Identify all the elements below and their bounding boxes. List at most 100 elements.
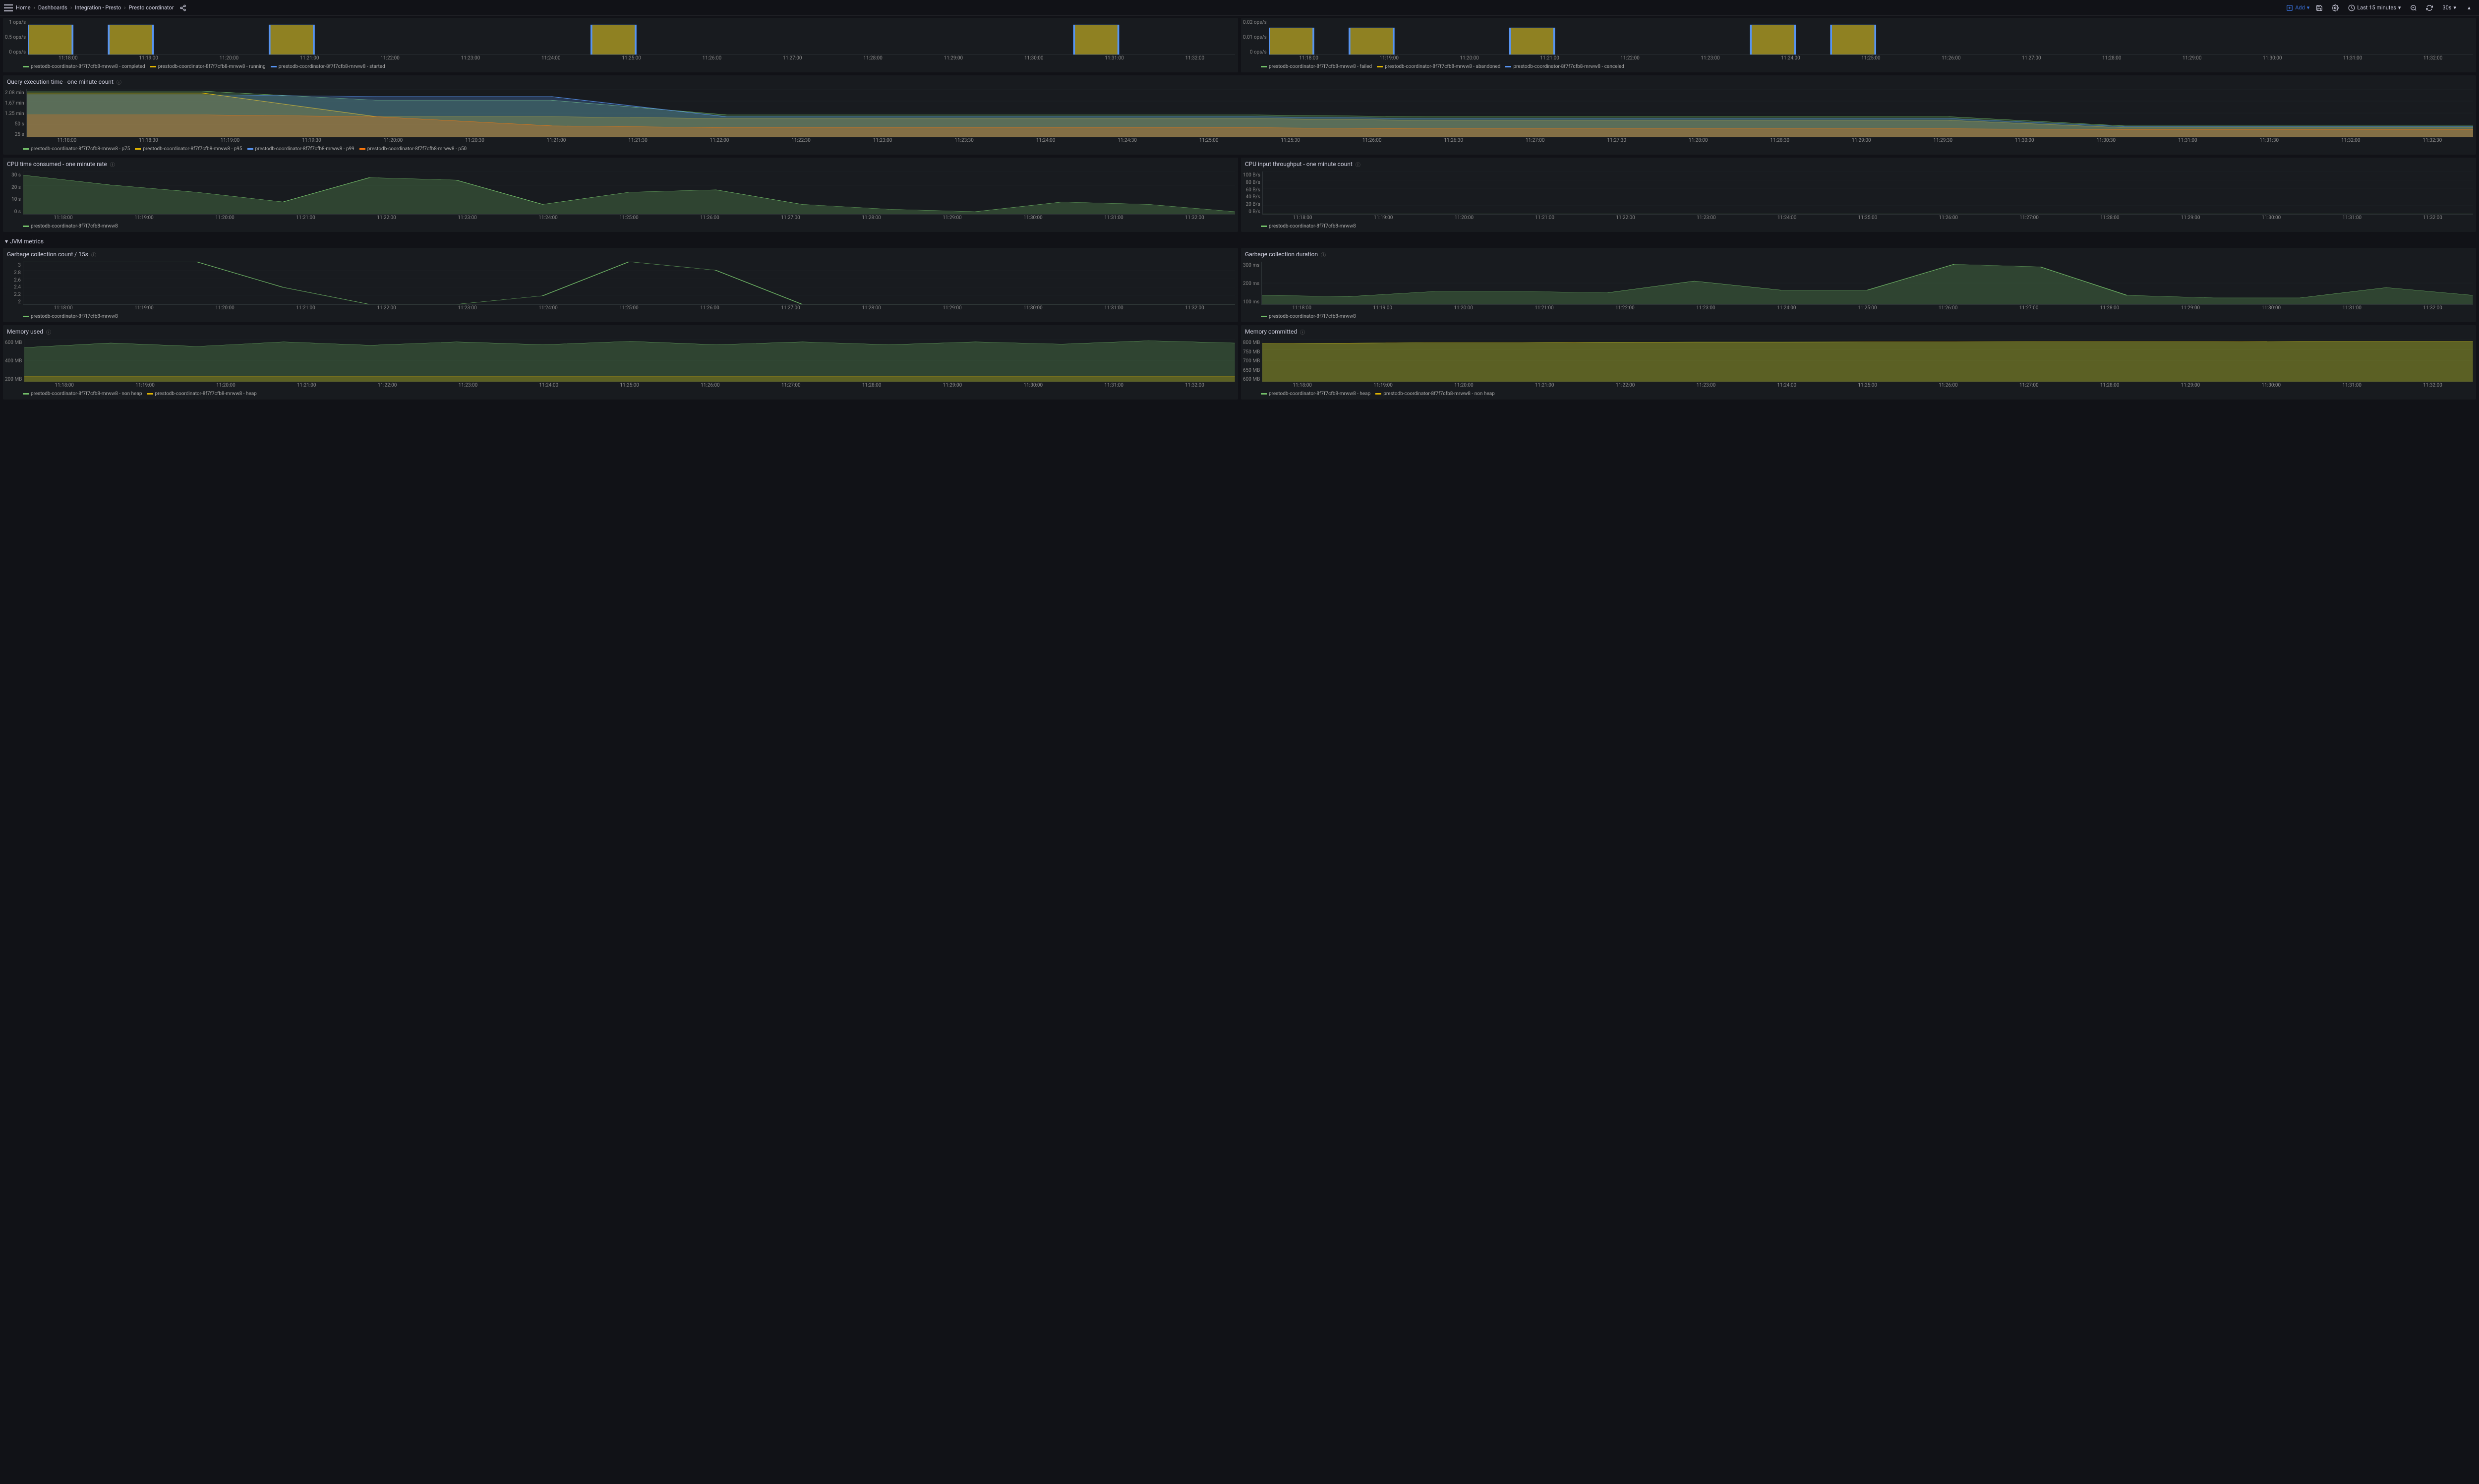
x-tick: 11:21:00	[1510, 56, 1590, 61]
x-tick: 11:22:00	[347, 383, 428, 388]
refresh-interval[interactable]: 30s ▾	[2439, 4, 2459, 11]
settings-icon[interactable]	[2329, 2, 2341, 14]
x-tick: 11:25:00	[589, 215, 669, 221]
x-tick: 11:24:00	[1746, 383, 1827, 388]
share-icon[interactable]	[177, 2, 189, 14]
x-tick: 11:28:00	[832, 56, 913, 61]
breadcrumb-dashboards[interactable]: Dashboards	[38, 4, 67, 11]
legend-swatch	[1261, 66, 1267, 67]
x-tick: 11:28:00	[831, 383, 912, 388]
dashboard-body: 1 ops/s0.5 ops/s0 ops/s11:18:0011:19:001…	[0, 16, 2479, 404]
x-tick: 11:24:00	[1746, 305, 1827, 311]
x-tick: 11:26:00	[672, 56, 752, 61]
x-tick: 11:22:00	[346, 305, 427, 311]
legend-item[interactable]: prestodb-coordinator-8f7f7cfb8-mrww8 - p…	[23, 146, 130, 152]
x-tick: 11:18:00	[1261, 305, 1342, 311]
refresh-icon[interactable]	[2423, 2, 2435, 14]
legend-swatch	[23, 316, 29, 317]
x-tick: 11:26:00	[1908, 305, 1989, 311]
legend-item[interactable]: prestodb-coordinator-8f7f7cfb8-mrww8 - s…	[271, 64, 385, 69]
save-icon[interactable]	[2313, 2, 2325, 14]
x-tick: 11:26:00	[1331, 138, 1413, 143]
panel-gc-duration[interactable]: Garbage collection duration ⓘ 300 ms200 …	[1241, 248, 2476, 322]
x-tick: 11:27:00	[1989, 305, 2069, 311]
legend-item[interactable]: prestodb-coordinator-8f7f7cfb8-mrww8 - r…	[150, 64, 266, 69]
breadcrumb-sep: ›	[124, 4, 125, 11]
y-tick: 300 ms	[1243, 263, 1259, 268]
legend-item[interactable]: prestodb-coordinator-8f7f7cfb8-mrww8 - n…	[23, 391, 142, 397]
legend-item[interactable]: prestodb-coordinator-8f7f7cfb8-mrww8 - f…	[1261, 64, 1372, 69]
y-tick: 2.4	[14, 285, 21, 290]
legend-item[interactable]: prestodb-coordinator-8f7f7cfb8-mrww8 - p…	[247, 146, 354, 152]
panel-query-exec-time[interactable]: Query execution time - one minute count …	[3, 75, 2476, 155]
x-tick: 11:26:00	[669, 305, 750, 311]
y-tick: 0 s	[14, 209, 21, 215]
legend-label: prestodb-coordinator-8f7f7cfb8-mrww8 - r…	[158, 64, 266, 69]
y-tick: 650 MB	[1243, 368, 1260, 373]
info-icon[interactable]: ⓘ	[91, 251, 96, 258]
legend-item[interactable]: prestodb-coordinator-8f7f7cfb8-mrww8 - c…	[1505, 64, 1624, 69]
y-tick: 2.2	[14, 292, 21, 297]
panel-ops-failed[interactable]: 0.02 ops/s0.01 ops/s0 ops/s11:18:0011:19…	[1241, 18, 2476, 72]
y-tick: 200 ms	[1243, 281, 1259, 286]
chevron-up-icon[interactable]: ▴	[2463, 2, 2475, 14]
x-tick: 11:30:00	[2231, 305, 2311, 311]
panel-title: Garbage collection count / 15s	[7, 251, 88, 258]
breadcrumb-folder[interactable]: Integration - Presto	[75, 4, 121, 11]
legend-item[interactable]: prestodb-coordinator-8f7f7cfb8-mrww8 - p…	[359, 146, 467, 152]
info-icon[interactable]: ⓘ	[110, 161, 115, 168]
menu-icon[interactable]	[4, 4, 13, 11]
x-tick: 11:28:30	[1739, 138, 1821, 143]
legend-swatch	[23, 226, 29, 227]
panel-cpu-time[interactable]: CPU time consumed - one minute rate ⓘ 30…	[3, 158, 1238, 232]
x-tick: 11:22:00	[1585, 215, 1666, 221]
x-tick: 11:24:00	[508, 305, 589, 311]
legend-item[interactable]: prestodb-coordinator-8f7f7cfb8-mrww8 - h…	[1261, 391, 1370, 397]
legend-label: prestodb-coordinator-8f7f7cfb8-mrww8 - n…	[31, 391, 142, 397]
breadcrumb-home[interactable]: Home	[16, 4, 31, 11]
refresh-interval-label: 30s	[2442, 4, 2451, 11]
legend-label: prestodb-coordinator-8f7f7cfb8-mrww8 - f…	[1269, 64, 1372, 69]
panel-cpu-input[interactable]: CPU input throughput - one minute count …	[1241, 158, 2476, 232]
legend-item[interactable]: prestodb-coordinator-8f7f7cfb8-mrww8	[23, 314, 118, 319]
row-jvm-metrics[interactable]: ▾ JVM metrics	[3, 235, 2476, 248]
legend-item[interactable]: prestodb-coordinator-8f7f7cfb8-mrww8	[1261, 314, 1356, 319]
legend-item[interactable]: prestodb-coordinator-8f7f7cfb8-mrww8	[23, 224, 118, 229]
x-tick: 11:25:00	[1828, 215, 1908, 221]
x-tick: 11:23:00	[428, 383, 509, 388]
panel-ops-completed[interactable]: 1 ops/s0.5 ops/s0 ops/s11:18:0011:19:001…	[3, 18, 1238, 72]
info-icon[interactable]: ⓘ	[46, 328, 51, 336]
add-button[interactable]: Add ▾	[2286, 4, 2309, 11]
panel-gc-count[interactable]: Garbage collection count / 15s ⓘ 32.82.6…	[3, 248, 1238, 322]
legend-label: prestodb-coordinator-8f7f7cfb8-mrww8 - c…	[1513, 64, 1624, 69]
legend-item[interactable]: prestodb-coordinator-8f7f7cfb8-mrww8 - h…	[147, 391, 257, 397]
x-tick: 11:23:00	[1666, 215, 1747, 221]
x-tick: 11:29:00	[2150, 215, 2231, 221]
x-tick: 11:27:00	[1989, 215, 2069, 221]
x-tick: 11:21:00	[265, 305, 346, 311]
x-tick: 11:19:00	[1343, 215, 1424, 221]
legend-item[interactable]: prestodb-coordinator-8f7f7cfb8-mrww8 - p…	[135, 146, 242, 152]
panel-memory-committed[interactable]: Memory committed ⓘ 800 MB750 MB700 MB650…	[1241, 325, 2476, 400]
breadcrumb-current[interactable]: Presto coordinator	[129, 4, 174, 11]
legend-item[interactable]: prestodb-coordinator-8f7f7cfb8-mrww8 - c…	[23, 64, 145, 69]
zoom-out-icon[interactable]	[2408, 2, 2420, 14]
time-range-picker[interactable]: Last 15 minutes ▾	[2345, 4, 2404, 11]
info-icon[interactable]: ⓘ	[1356, 161, 1360, 168]
x-tick: 11:24:30	[1086, 138, 1168, 143]
x-tick: 11:32:00	[1155, 56, 1235, 61]
info-icon[interactable]: ⓘ	[117, 78, 121, 86]
legend-label: prestodb-coordinator-8f7f7cfb8-mrww8 - p…	[255, 146, 354, 152]
x-tick: 11:29:00	[912, 305, 993, 311]
x-tick: 11:30:00	[993, 383, 1073, 388]
x-tick: 11:27:00	[1991, 56, 2071, 61]
legend-item[interactable]: prestodb-coordinator-8f7f7cfb8-mrww8 - n…	[1375, 391, 1495, 397]
info-icon[interactable]: ⓘ	[1321, 251, 1326, 258]
legend-swatch	[1261, 393, 1267, 395]
info-icon[interactable]: ⓘ	[1300, 328, 1305, 336]
panel-memory-used[interactable]: Memory used ⓘ 600 MB400 MB200 MB11:18:00…	[3, 325, 1238, 400]
legend-item[interactable]: prestodb-coordinator-8f7f7cfb8-mrww8 - a…	[1377, 64, 1500, 69]
y-tick: 2.8	[14, 270, 21, 276]
legend-item[interactable]: prestodb-coordinator-8f7f7cfb8-mrww8	[1261, 224, 1356, 229]
legend-label: prestodb-coordinator-8f7f7cfb8-mrww8	[1269, 314, 1356, 319]
